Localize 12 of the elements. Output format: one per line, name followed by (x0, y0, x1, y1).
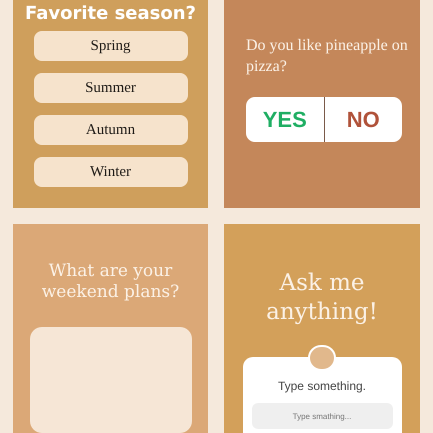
option-button[interactable]: Winter (34, 157, 188, 187)
card-title: Ask me anything! (265, 269, 379, 327)
answer-box[interactable] (30, 327, 192, 433)
card-title: Favorite season? (24, 3, 196, 25)
option-button[interactable]: Spring (34, 31, 188, 61)
prompt-text: Type something. (278, 378, 366, 396)
option-button[interactable]: Autumn (34, 115, 188, 145)
option-button[interactable]: Summer (34, 73, 188, 103)
question-text: Do you like pineapple on pizza? (246, 36, 409, 77)
card-title: What are your weekend plans? (40, 261, 180, 303)
input-field[interactable]: Type smathing... (252, 403, 392, 430)
answer-button[interactable]: NO (324, 97, 402, 142)
